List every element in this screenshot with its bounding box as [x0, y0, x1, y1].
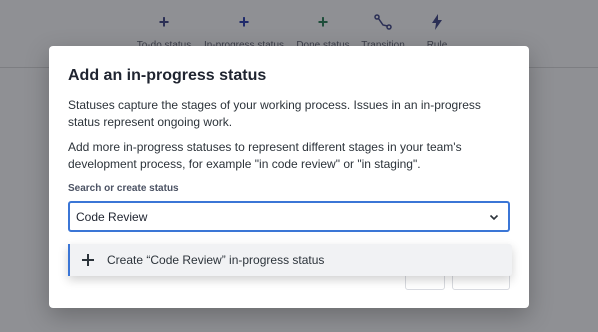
plus-icon: + [158, 12, 170, 32]
plus-icon: + [238, 12, 250, 32]
transition-icon [373, 12, 393, 32]
chevron-down-icon[interactable] [488, 211, 500, 223]
dropdown-option-create[interactable]: Create “Code Review” in-progress status [68, 244, 512, 276]
dropdown-option-label: Create “Code Review” in-progress status [107, 253, 325, 267]
lightning-icon [427, 12, 447, 32]
dialog-help-text: Add more in-progress statuses to represe… [68, 140, 462, 171]
dialog-title: Add an in-progress status [68, 67, 267, 84]
status-select[interactable] [68, 201, 510, 232]
dialog-description: Statuses capture the stages of your work… [68, 98, 481, 129]
plus-icon: + [317, 12, 329, 32]
plus-icon [82, 254, 94, 266]
status-field-label: Search or create status [68, 183, 179, 194]
status-search-input[interactable] [76, 209, 456, 224]
